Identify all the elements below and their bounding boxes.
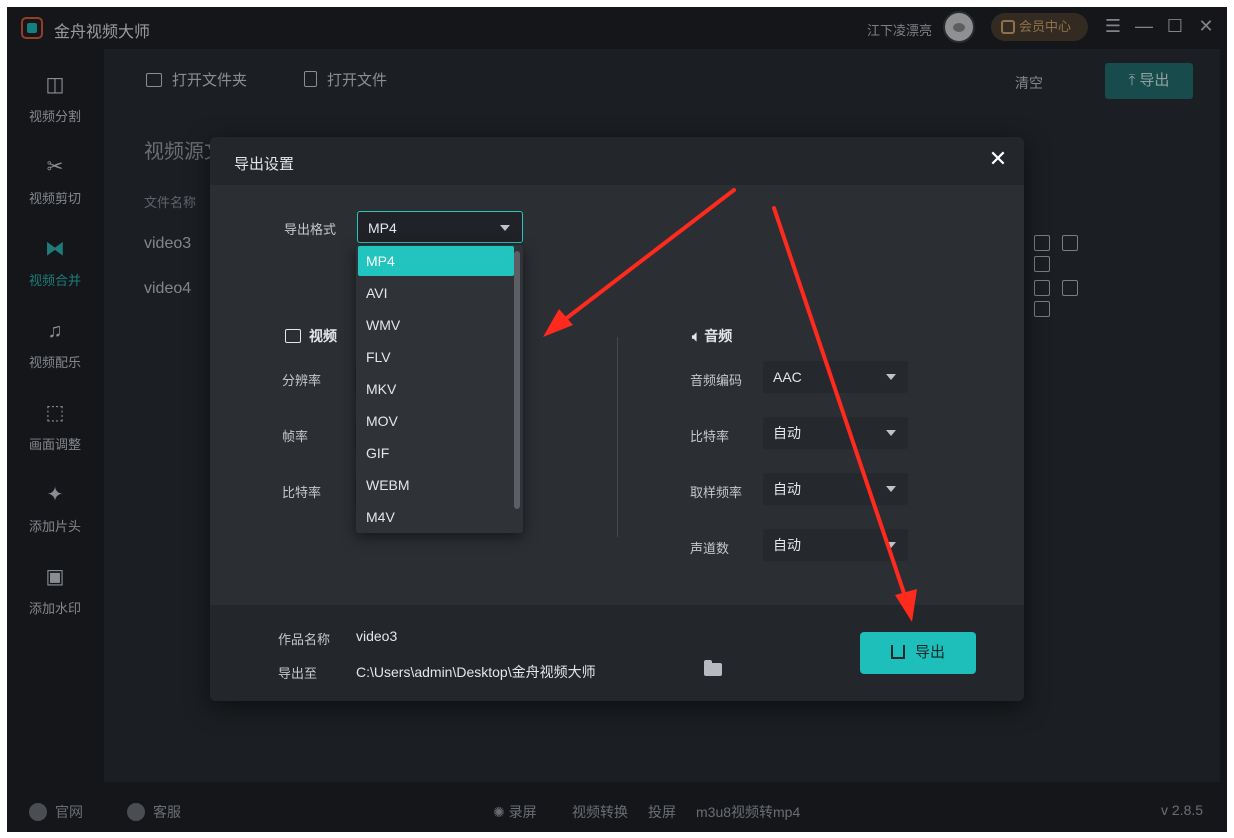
audio-bitrate-label: 比特率 — [690, 429, 730, 444]
channels-label: 声道数 — [690, 541, 730, 556]
format-option-mov[interactable]: MOV — [358, 406, 514, 436]
audio-heading-label: 音频 — [704, 328, 733, 344]
format-option-mkv[interactable]: MKV — [358, 374, 514, 404]
resolution-label: 分辨率 — [282, 373, 322, 388]
dropdown-scrollbar[interactable] — [514, 251, 520, 509]
output-name-label: 作品名称 — [278, 632, 331, 647]
format-option-mp4[interactable]: MP4 — [358, 246, 514, 276]
format-option-flv[interactable]: FLV — [358, 342, 514, 372]
section-divider — [617, 337, 618, 537]
film-icon — [285, 329, 301, 343]
export-button-label: 导出 — [914, 644, 945, 661]
channels-select[interactable]: 自动 — [763, 529, 908, 561]
audio-bitrate-value: 自动 — [773, 425, 801, 441]
format-option-webm[interactable]: WEBM — [358, 470, 514, 500]
export-settings-dialog: 导出设置 ✕ 导出格式 MP4 视频 分辨率 帧率 比特率 🔈︎ 音频 音频编码… — [210, 137, 1024, 701]
samplerate-label: 取样频率 — [690, 485, 743, 500]
format-option-avi[interactable]: AVI — [358, 278, 514, 308]
dialog-title: 导出设置 — [234, 156, 295, 173]
chevron-down-icon — [500, 225, 510, 231]
audio-section-heading: 🔈︎ 音频 — [692, 326, 732, 346]
chevron-down-icon — [886, 486, 896, 492]
chevron-down-icon — [886, 542, 896, 548]
audio-bitrate-select[interactable]: 自动 — [763, 417, 908, 449]
output-name-value[interactable]: video3 — [356, 628, 397, 644]
video-heading-label: 视频 — [309, 328, 337, 344]
audio-codec-value: AAC — [773, 369, 802, 385]
video-bitrate-label: 比特率 — [282, 485, 322, 500]
output-path-value: C:\Users\admin\Desktop\金舟视频大师 — [356, 664, 596, 680]
format-select[interactable]: MP4 — [357, 211, 523, 243]
browse-folder-icon[interactable] — [704, 660, 722, 676]
chevron-down-icon — [886, 374, 896, 380]
samplerate-select[interactable]: 自动 — [763, 473, 908, 505]
format-option-wmv[interactable]: WMV — [358, 310, 514, 340]
dialog-header: 导出设置 ✕ — [210, 137, 1024, 185]
channels-value: 自动 — [773, 537, 801, 553]
output-path-label: 导出至 — [278, 666, 318, 681]
samplerate-value: 自动 — [773, 481, 801, 497]
framerate-label: 帧率 — [282, 429, 309, 444]
upload-icon — [890, 645, 905, 659]
format-option-m4v[interactable]: M4V — [358, 502, 514, 532]
video-section-heading: 视频 — [285, 326, 337, 346]
format-option-gif[interactable]: GIF — [358, 438, 514, 468]
format-value: MP4 — [368, 220, 397, 236]
close-icon[interactable]: ✕ — [986, 147, 1010, 171]
audio-codec-select[interactable]: AAC — [763, 361, 908, 393]
format-label: 导出格式 — [284, 222, 337, 237]
dialog-footer: 作品名称 video3 导出至 C:\Users\admin\Desktop\金… — [210, 605, 1024, 701]
app-window: 金舟视频大师 江下凌漂亮 会员中心 ☰ — ☐ ✕ ◫ 视频分割 ✂ 视频剪切 … — [7, 7, 1227, 832]
chevron-down-icon — [886, 430, 896, 436]
speaker-icon: 🔈︎ — [692, 328, 705, 344]
export-button[interactable]: 导出 — [860, 632, 976, 674]
audio-codec-label: 音频编码 — [690, 373, 743, 388]
format-dropdown: MP4 AVI WMV FLV MKV MOV GIF WEBM M4V — [356, 245, 523, 533]
